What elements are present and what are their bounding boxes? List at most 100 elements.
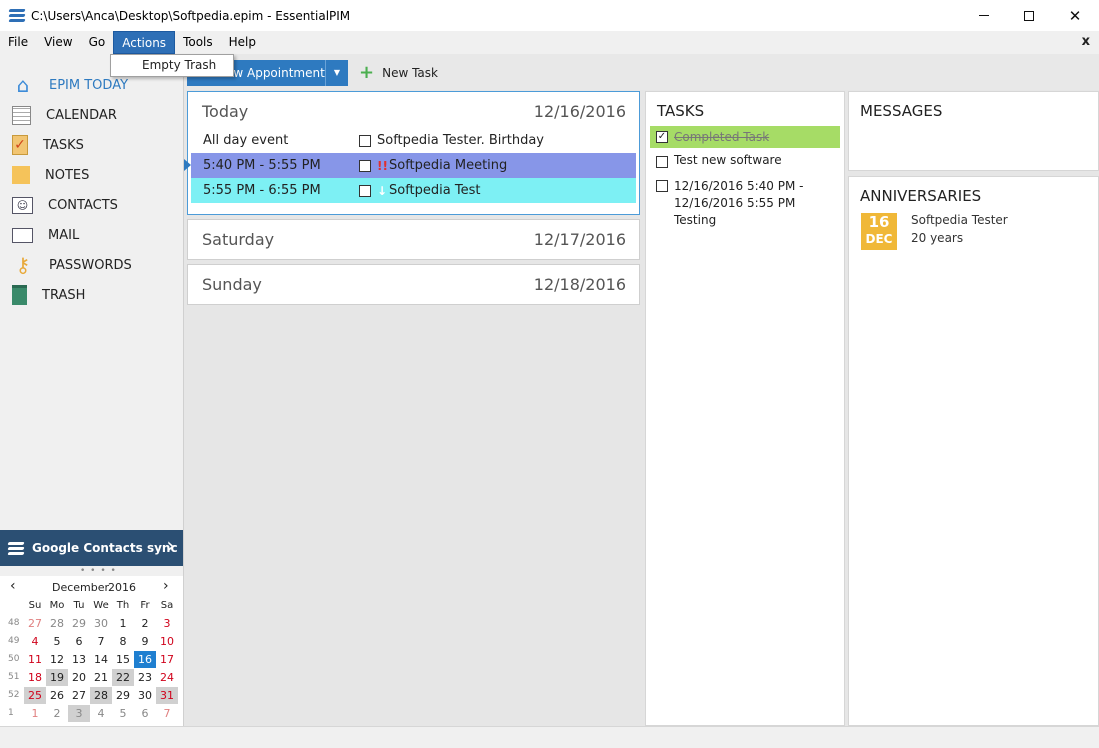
calendar-day-marked[interactable]: 3 [68,704,90,722]
sidebar-item-mail[interactable]: MAIL [0,220,183,250]
tasks-icon: ✓ [12,135,28,155]
calendar-day[interactable]: 4 [90,705,112,722]
anniversary-name[interactable]: Softpedia Tester [911,213,1008,227]
menu-tools[interactable]: Tools [175,31,221,54]
calendar-day[interactable]: 9 [134,633,156,650]
calendar-day[interactable]: 14 [90,651,112,668]
task-checkbox[interactable] [656,156,668,168]
calendar-day[interactable]: 24 [156,669,178,686]
day-panel-sunday[interactable]: Sunday 12/18/2016 [187,264,640,305]
low-priority-icon: ↓ [377,183,388,198]
prev-month-button[interactable]: ‹ [10,578,16,594]
google-contacts-sync-button[interactable]: Google Contacts sync › [0,530,183,566]
event-row[interactable]: 5:55 PM - 6:55 PM ↓ Softpedia Test [191,178,636,203]
calendar-day[interactable]: 10 [156,633,178,650]
calendar-day[interactable]: 30 [134,687,156,704]
calendar-day[interactable]: 15 [112,651,134,668]
calendar-day[interactable]: 27 [24,615,46,632]
mini-calendar-month[interactable]: December [52,581,109,594]
calendar-day[interactable]: 8 [112,633,134,650]
sidebar-item-notes[interactable]: NOTES [0,160,183,190]
task-item[interactable]: Test new software [650,153,840,168]
week-row: 1 1 2 3 4 5 6 7 [4,704,178,722]
calendar-day[interactable]: 12 [46,651,68,668]
minimize-button[interactable] [961,0,1007,31]
calendar-day[interactable]: 5 [46,633,68,650]
maximize-button[interactable] [1006,0,1052,31]
new-appointment-dropdown-button[interactable]: ▼ [325,60,348,86]
task-checkbox[interactable] [656,180,668,192]
calendar-day[interactable]: 30 [90,615,112,632]
calendar-day[interactable]: 18 [24,669,46,686]
calendar-day[interactable]: 7 [90,633,112,650]
calendar-day[interactable]: 23 [134,669,156,686]
sidebar-item-passwords[interactable]: ⚷ PASSWORDS [0,250,183,280]
calendar-day[interactable]: 27 [68,687,90,704]
calendar-day[interactable]: 6 [68,633,90,650]
day-panel-today[interactable]: Today 12/16/2016 All day event Softpedia… [184,91,640,215]
event-checkbox[interactable] [359,184,371,197]
calendar-day[interactable]: 1 [112,615,134,632]
weekday-label: Mo [49,599,65,611]
calendar-day[interactable]: 26 [46,687,68,704]
menu-help[interactable]: Help [221,31,264,54]
calendar-day[interactable]: 3 [156,615,178,632]
calendar-day-marked[interactable]: 19 [46,668,68,686]
new-task-button[interactable]: + New Task [359,62,438,84]
day-name: Sunday [202,275,262,294]
menu-view[interactable]: View [36,31,80,54]
google-sync-label: Google Contacts sync [32,541,178,555]
task-checkbox-checked[interactable]: ✓ [656,131,668,143]
event-checkbox[interactable] [359,159,371,172]
calendar-day[interactable]: 20 [68,669,90,686]
task-item[interactable]: 12/16/2016 5:40 PM - 12/16/2016 5:55 PM … [650,178,840,229]
calendar-day[interactable]: 1 [24,705,46,722]
anniversary-date-badge: 16 DEC [861,213,897,250]
close-document-button[interactable]: x [1082,34,1090,49]
calendar-day-marked[interactable]: 25 [24,686,46,704]
calendar-day-marked[interactable]: 31 [156,686,178,704]
calendar-day[interactable]: 29 [112,687,134,704]
calendar-day[interactable]: 4 [24,633,46,650]
calendar-day[interactable]: 13 [68,651,90,668]
event-title: Softpedia Meeting [389,158,508,173]
next-month-button[interactable]: › [163,578,169,594]
calendar-day[interactable]: 5 [112,705,134,722]
sidebar-item-trash[interactable]: TRASH [0,280,183,310]
calendar-day-marked[interactable]: 22 [112,668,134,686]
calendar-day[interactable]: 29 [68,615,90,632]
weekday-label: We [93,599,109,611]
mini-calendar-grid: Su Mo Tu We Th Fr Sa 48 27 28 29 30 1 2 … [4,596,178,722]
calendar-day[interactable]: 7 [156,705,178,722]
sidebar-item-contacts[interactable]: ☺ CONTACTS [0,190,183,220]
sidebar-item-label: CALENDAR [46,107,117,123]
mini-calendar-year[interactable]: 2016 [108,581,136,594]
task-item-completed[interactable]: ✓ Completed Task [650,126,840,148]
calendar-day[interactable]: 11 [24,651,46,668]
sidebar-item-tasks[interactable]: ✓ TASKS [0,130,183,160]
menu-go[interactable]: Go [81,31,114,54]
menu-actions[interactable]: Actions [113,31,176,54]
close-window-button[interactable]: ✕ [1052,0,1098,31]
panel-title: TASKS [657,102,705,120]
event-row[interactable]: All day event Softpedia Tester. Birthday [191,128,636,153]
week-row: 52 25 26 27 28 29 30 31 [4,686,178,704]
day-name: Today [202,102,249,121]
calendar-day-today[interactable]: 16 [134,650,156,668]
event-row[interactable]: 5:40 PM - 5:55 PM !! Softpedia Meeting [191,153,636,178]
home-icon: ⌂ [16,73,30,97]
calendar-day[interactable]: 21 [90,669,112,686]
menu-empty-trash[interactable]: Empty Trash [142,58,216,72]
menu-bar: File View Go Actions Tools Help x [0,31,1099,54]
calendar-day[interactable]: 28 [46,615,68,632]
day-panel-saturday[interactable]: Saturday 12/17/2016 [187,219,640,260]
event-checkbox[interactable] [359,134,371,147]
calendar-day[interactable]: 6 [134,705,156,722]
calendar-day[interactable]: 17 [156,651,178,668]
sidebar-item-calendar[interactable]: CALENDAR [0,100,183,130]
splitter-grip[interactable]: • • • • [80,566,117,576]
menu-file[interactable]: File [0,31,36,54]
calendar-day-marked[interactable]: 28 [90,686,112,704]
calendar-day[interactable]: 2 [46,705,68,722]
calendar-day[interactable]: 2 [134,615,156,632]
